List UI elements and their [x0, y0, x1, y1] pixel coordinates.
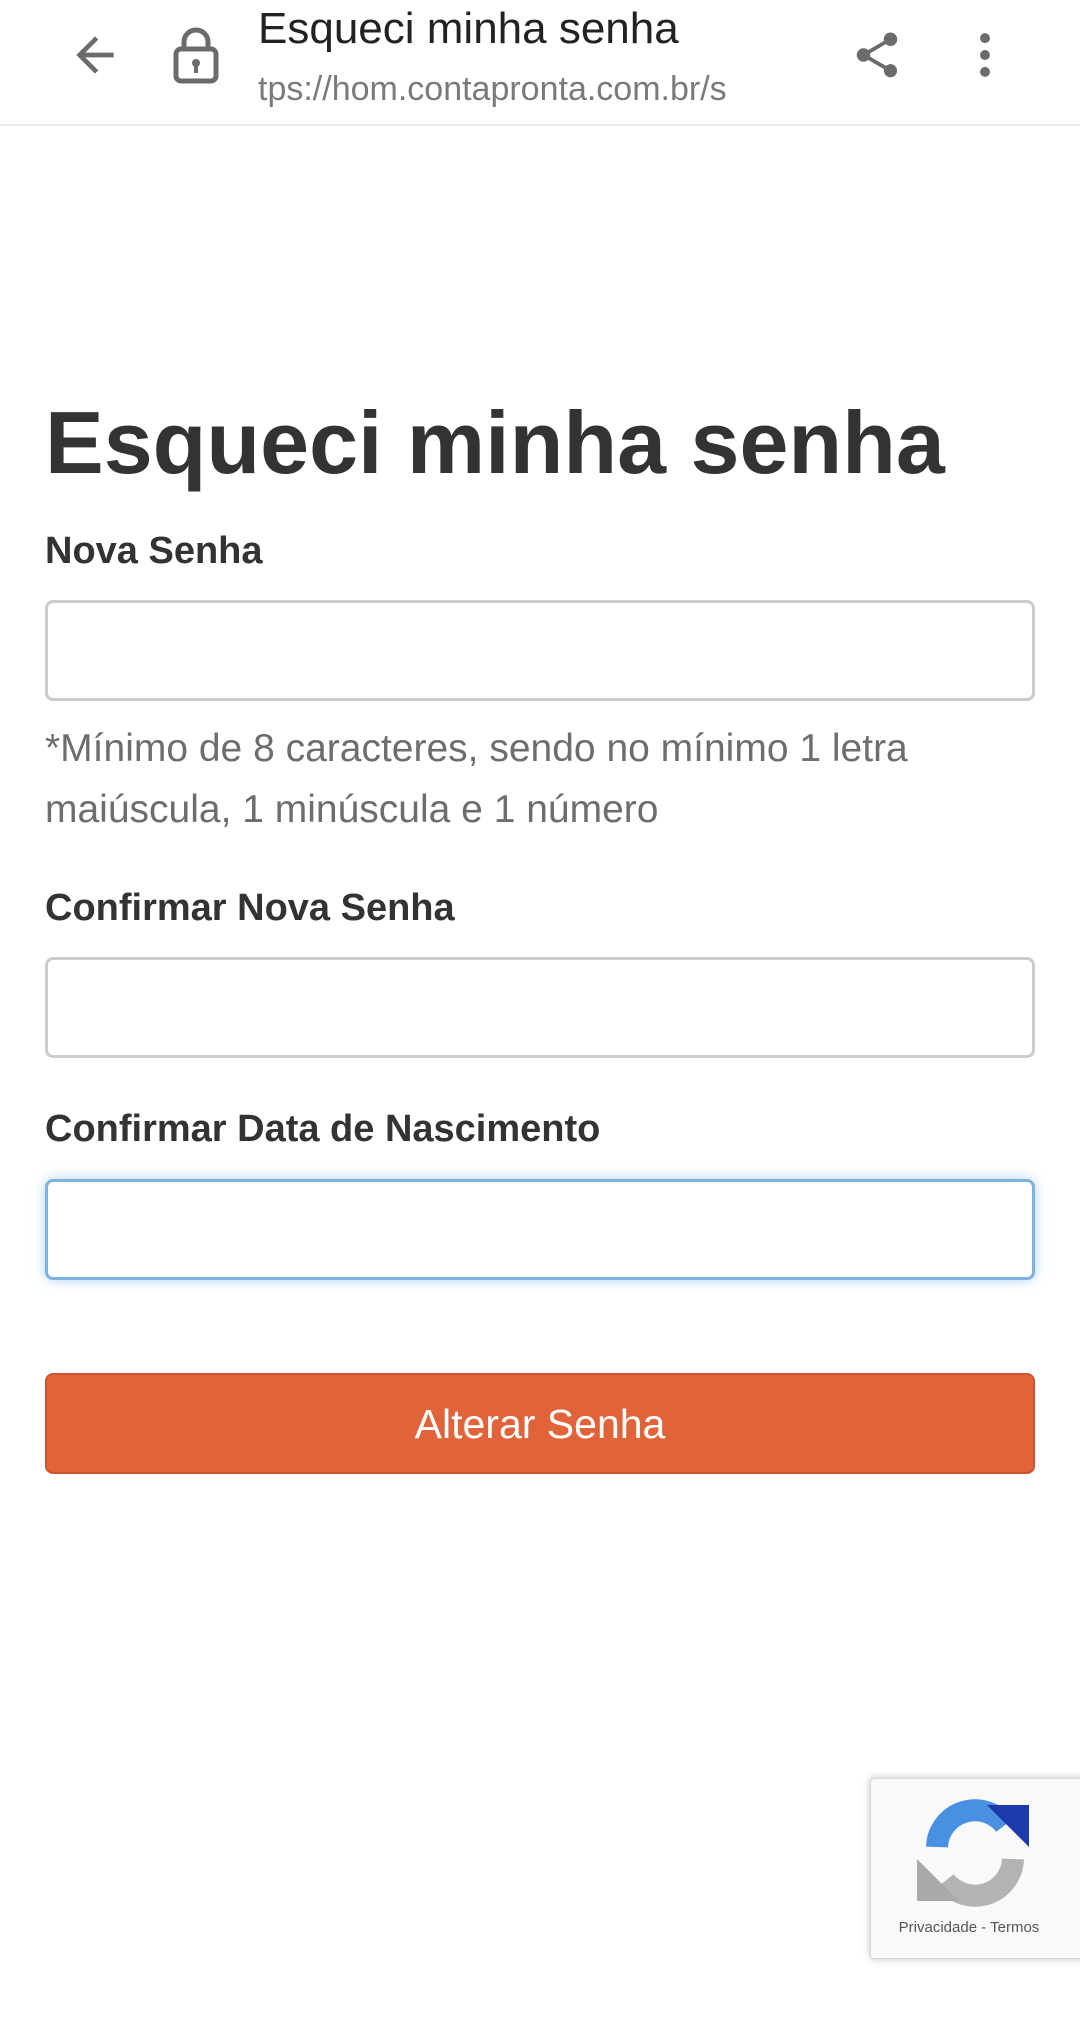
tab-title[interactable]: Esqueci minha senha	[258, 4, 679, 54]
url-bar[interactable]: tps://hom.contapronta.com.br/s	[258, 70, 806, 109]
confirm-password-input[interactable]	[45, 957, 1035, 1058]
recaptcha-badge[interactable]: Privacidade - Termos	[870, 1778, 1080, 1959]
new-password-label: Nova Senha	[45, 530, 263, 572]
back-button[interactable]	[60, 20, 130, 90]
page-title: Esqueci minha senha	[45, 393, 945, 492]
lock-icon[interactable]	[168, 22, 224, 88]
birth-date-label: Confirmar Data de Nascimento	[45, 1108, 601, 1150]
password-requirements-text: *Mínimo de 8 caracteres, sendo no mínimo…	[45, 727, 908, 831]
more-menu-button[interactable]	[950, 20, 1020, 90]
change-password-button[interactable]: Alterar Senha	[45, 1373, 1035, 1474]
link-separator: -	[977, 1919, 991, 1936]
arrow-left-icon	[76, 36, 114, 74]
share-button[interactable]	[842, 20, 912, 90]
confirm-password-label: Confirmar Nova Senha	[45, 887, 455, 929]
more-vertical-icon	[980, 33, 990, 77]
share-icon	[856, 32, 898, 78]
recaptcha-logo-icon	[917, 1799, 1029, 1907]
new-password-input[interactable]	[45, 600, 1035, 701]
recaptcha-links: Privacidade - Termos	[871, 1919, 1067, 1936]
birth-date-input[interactable]	[45, 1179, 1035, 1280]
terms-link[interactable]: Termos	[990, 1919, 1039, 1936]
browser-toolbar: Esqueci minha senha tps://hom.contapront…	[0, 0, 1080, 126]
privacy-link[interactable]: Privacidade	[899, 1919, 977, 1936]
